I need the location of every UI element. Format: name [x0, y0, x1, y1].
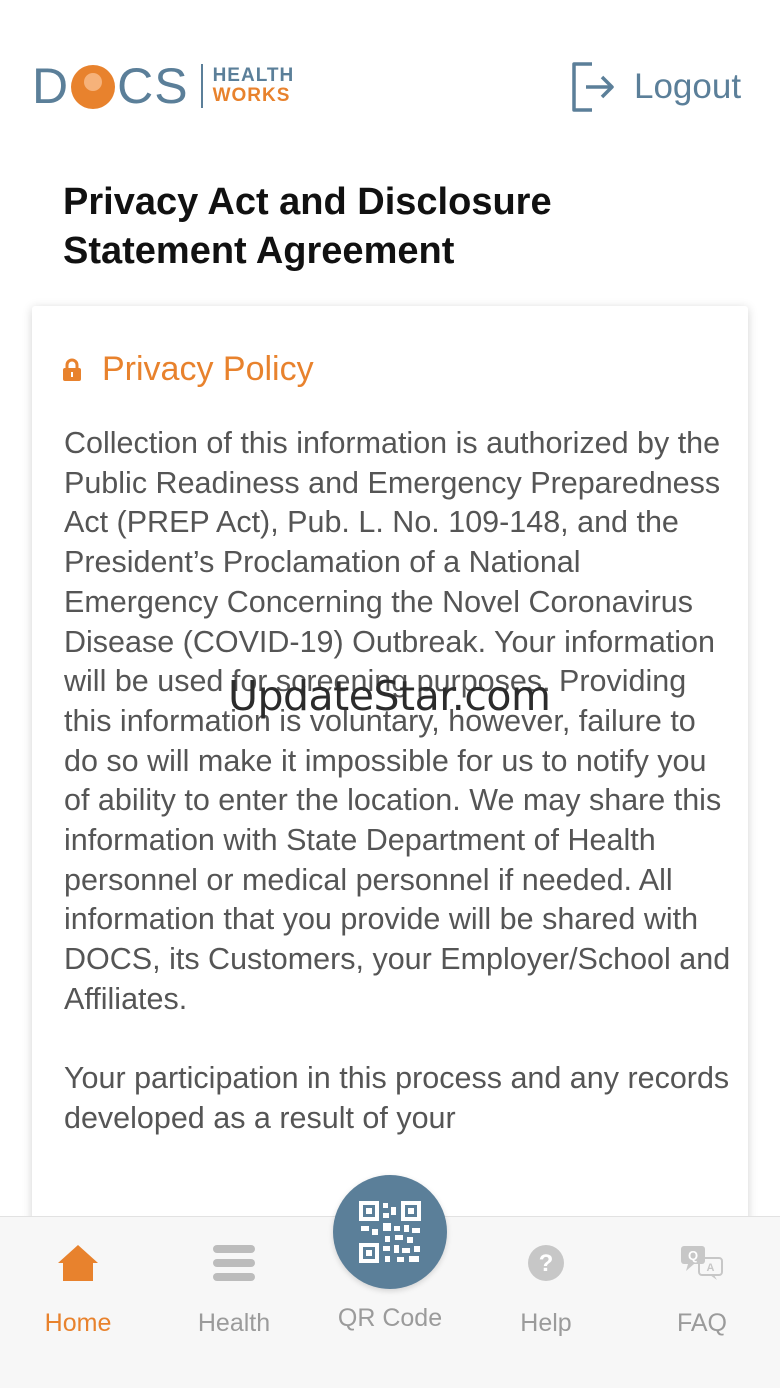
- tab-health[interactable]: Health: [156, 1217, 312, 1388]
- svg-text:Q: Q: [688, 1248, 698, 1263]
- help-icon: ?: [524, 1241, 568, 1285]
- list-icon: [212, 1241, 256, 1285]
- logo-wordmark: D CS: [32, 58, 189, 114]
- logo-health-works: HEALTH WORKS: [213, 66, 295, 106]
- tab-home[interactable]: Home: [0, 1217, 156, 1388]
- tab-health-label: Health: [197, 1309, 271, 1337]
- faq-icon: Q A: [680, 1241, 724, 1285]
- policy-paragraph: Your participation in this process and a…: [64, 1061, 730, 1135]
- privacy-policy-card[interactable]: Privacy Policy Collection of this inform…: [32, 306, 748, 1236]
- privacy-policy-label: Privacy Policy: [102, 350, 314, 388]
- logo-works-text: WORKS: [212, 85, 291, 106]
- app-header: D CS HEALTH WORKS Logout: [0, 0, 780, 150]
- logout-button[interactable]: Logout: [568, 60, 741, 114]
- tab-home-label: Home: [44, 1309, 112, 1337]
- tab-faq[interactable]: Q A FAQ: [624, 1217, 780, 1388]
- tab-faq-label: FAQ: [676, 1309, 727, 1337]
- privacy-policy-heading: Privacy Policy: [62, 350, 314, 389]
- svg-text:A: A: [707, 1262, 715, 1274]
- logout-label: Logout: [634, 67, 742, 106]
- tab-help[interactable]: ? Help: [468, 1217, 624, 1388]
- logo-person-icon: [71, 65, 116, 109]
- logo-divider: [200, 64, 203, 108]
- privacy-policy-text: Collection of this information is author…: [64, 424, 734, 1178]
- page-title: Privacy Act and Disclosure Statement Agr…: [63, 181, 552, 272]
- logo-health-text: HEALTH: [212, 65, 295, 86]
- qr-code-icon: [359, 1201, 421, 1263]
- docs-health-works-logo: D CS HEALTH WORKS: [32, 58, 294, 114]
- lock-icon: [63, 358, 81, 381]
- home-icon: [56, 1241, 100, 1285]
- tab-help-label: Help: [520, 1309, 572, 1337]
- svg-text:?: ?: [539, 1250, 554, 1277]
- tab-qr-code-label: QR Code: [337, 1304, 443, 1332]
- logout-icon: [572, 62, 614, 112]
- policy-paragraph: Collection of this information is author…: [64, 426, 731, 1016]
- qr-code-button[interactable]: [333, 1175, 447, 1289]
